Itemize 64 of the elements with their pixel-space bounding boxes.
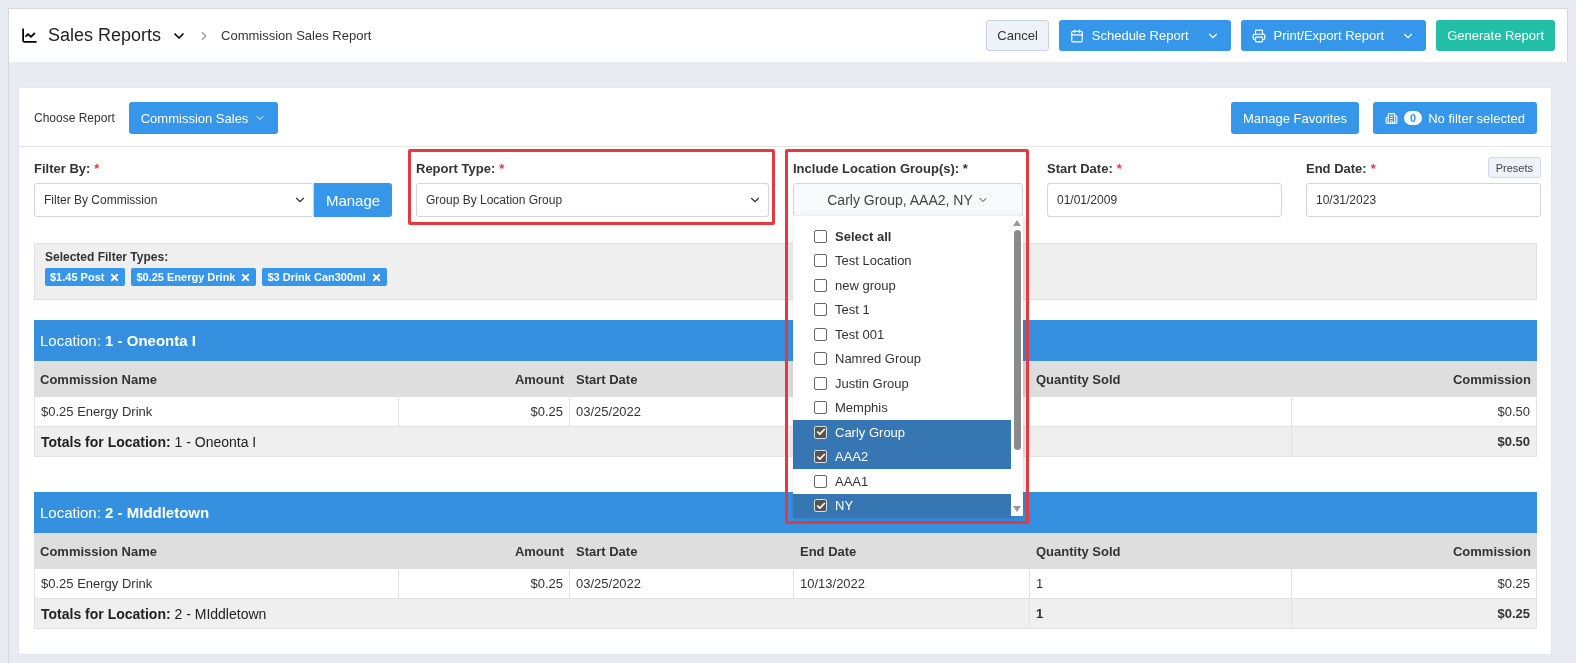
- column-header: End Date: [794, 533, 1030, 569]
- column-header: Quantity Sold: [1030, 361, 1292, 397]
- check-icon: [815, 427, 826, 438]
- checkbox[interactable]: [814, 401, 827, 415]
- list-option[interactable]: Justin Group: [793, 371, 1011, 396]
- toolbar-button[interactable]: Cancel: [986, 20, 1049, 51]
- list-option[interactable]: NY: [793, 493, 1011, 518]
- remove-icon[interactable]: [109, 271, 121, 283]
- report-type-select[interactable]: Group By Location Group: [416, 183, 769, 217]
- scroll-up-icon[interactable]: [1013, 220, 1021, 226]
- field-label: Report Type: *: [416, 159, 505, 177]
- list-option[interactable]: Test 001: [793, 322, 1011, 347]
- list-option[interactable]: AAA2: [793, 444, 1011, 469]
- checkbox[interactable]: [814, 254, 827, 268]
- column-header: Quantity Sold: [1030, 533, 1292, 569]
- field-label: Include Location Group(s): *: [793, 159, 968, 177]
- list-option[interactable]: Test Location: [793, 248, 1011, 273]
- column-header: Commission Name: [34, 533, 399, 569]
- column-header: Commission: [1292, 533, 1537, 569]
- panel-label: Selected Filter Types:: [45, 250, 169, 264]
- chart-icon: [21, 27, 38, 44]
- presets-button[interactable]: Presets: [1487, 157, 1541, 178]
- field-label: End Date: *: [1306, 159, 1376, 177]
- breadcrumb: Commission Sales Report: [221, 28, 372, 43]
- scrollbar-thumb[interactable]: [1013, 230, 1021, 450]
- end-date-field[interactable]: 10/31/2023: [1306, 183, 1541, 217]
- building-icon: [1385, 111, 1399, 125]
- checkbox[interactable]: [814, 474, 827, 488]
- list-option[interactable]: AAA1: [793, 469, 1011, 494]
- printer-icon: [1251, 28, 1266, 43]
- list-option[interactable]: new group: [793, 273, 1011, 298]
- checkbox[interactable]: [814, 327, 827, 341]
- checkbox[interactable]: [814, 352, 827, 366]
- column-header: Amount: [399, 533, 570, 569]
- filter-select[interactable]: Filter By Commission: [34, 183, 314, 217]
- list-option[interactable]: Memphis: [793, 395, 1011, 420]
- field-label: Choose Report: [34, 111, 115, 125]
- checkbox[interactable]: [814, 376, 827, 390]
- field-label: Start Date: *: [1047, 159, 1122, 177]
- checkbox[interactable]: [814, 303, 827, 317]
- location-group-select[interactable]: Carly Group, AAA2, NY: [793, 183, 1023, 217]
- checkbox[interactable]: [814, 278, 827, 292]
- column-header: Commission Name: [34, 361, 399, 397]
- scroll-down-icon[interactable]: [1013, 506, 1021, 512]
- list-option[interactable]: Test 1: [793, 297, 1011, 322]
- remove-icon[interactable]: [370, 271, 382, 283]
- list-option[interactable]: Carly Group: [793, 420, 1011, 445]
- start-date-field[interactable]: 01/01/2009: [1047, 183, 1282, 217]
- column-header: Start Date: [570, 533, 794, 569]
- remove-icon[interactable]: [240, 271, 252, 283]
- column-header: Start Date: [570, 361, 794, 397]
- totals-cell: Totals for Location: 2 - MIddletown: [34, 599, 1030, 629]
- check-icon: [815, 451, 826, 462]
- checkbox[interactable]: [814, 229, 827, 243]
- column-header: Amount: [399, 361, 570, 397]
- page-title: Sales Reports: [48, 25, 162, 46]
- list-option[interactable]: Select all: [793, 224, 1011, 249]
- calendar-icon: [1069, 28, 1084, 43]
- check-icon: [815, 500, 826, 511]
- totals-cell: $0.50: [1292, 427, 1537, 457]
- column-header: Commission: [1292, 361, 1537, 397]
- totals-cell: 1: [1030, 599, 1292, 629]
- field-label: Filter By: *: [34, 159, 100, 177]
- totals-cell: $0.25: [1292, 599, 1537, 629]
